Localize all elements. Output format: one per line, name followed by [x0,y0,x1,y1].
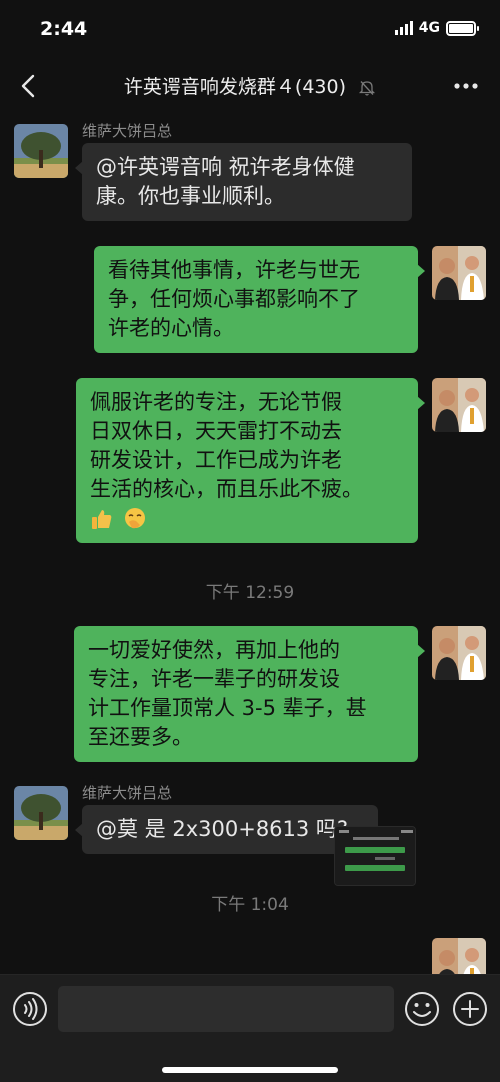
avatar[interactable] [432,246,486,300]
message-bubble[interactable]: 佩服许老的专注，无论节假 日双休日，天天雷打不动去 研发设计，工作已成为许老 生… [76,378,425,543]
more-button[interactable] [450,70,482,102]
message-line: 专注，许老一辈子的研发设 [88,667,340,691]
message-bubble[interactable]: 看待其他事情，许老与世无 争，任何烦心事都影响不了 许老的心情。 [94,246,425,353]
voice-button[interactable] [12,991,48,1027]
avatar[interactable] [432,378,486,432]
sender-name: 维萨大饼吕总 [82,122,173,140]
avatar[interactable] [432,626,486,680]
message-line: 计工作量顶常人 3-5 辈子，甚 [88,696,367,720]
avatar[interactable] [14,124,68,178]
plus-circle-icon [453,992,487,1026]
emoji-button[interactable] [404,991,440,1027]
timestamp: 下午 1:04 [211,895,289,915]
bell-off-icon [358,80,376,96]
message-line: @许英谔音响 祝许老身体健 [96,155,355,179]
message-input[interactable] [58,986,394,1032]
person-avatar-icon [432,378,486,432]
message-line: 许老的心情。 [108,316,234,340]
timestamp: 下午 12:59 [205,583,295,603]
chat-title: 许英谔音响发烧群４(430) [123,76,347,98]
message-line: 日双休日，天天雷打不动去 [90,419,342,443]
tree-avatar-icon [14,786,68,840]
plus-button[interactable] [452,991,488,1027]
person-avatar-icon [432,626,486,680]
person-avatar-icon [432,938,486,974]
message-line: 一切爱好使然，再加上他的 [88,638,340,662]
avatar[interactable] [432,938,486,974]
signal-icon [394,21,413,35]
tree-avatar-icon [14,124,68,178]
voice-icon [13,992,47,1026]
sender-name: 维萨大饼吕总 [82,784,173,802]
chat-header: 许英谔音响发烧群４(430) [0,60,500,112]
emoji-line [90,504,404,533]
message-bubble[interactable]: @许英谔音响 祝许老身体健 康。你也事业顺利。 [75,143,412,221]
person-avatar-icon [432,246,486,300]
avatar[interactable] [14,786,68,840]
hand-over-mouth-emoji-icon [124,508,145,529]
smiley-icon [405,992,439,1026]
message-line: 康。你也事业顺利。 [96,184,285,208]
input-bar [0,974,500,1082]
message-line: 看待其他事情，许老与世无 [108,258,360,282]
image-message[interactable] [334,826,416,886]
status-time: 2:44 [40,18,88,40]
message-bubble[interactable]: 一切爱好使然，再加上他的 专注，许老一辈子的研发设 计工作量顶常人 3-5 辈子… [74,626,425,762]
chat-title-wrap: 许英谔音响发烧群４(430) [0,72,500,99]
battery-icon [446,20,479,36]
message-line: 至还要多。 [88,725,193,749]
status-bar: 2:44 4G [0,0,500,60]
home-indicator[interactable] [162,1067,338,1073]
more-dots-icon [454,83,478,89]
message-line: 佩服许老的专注，无论节假 [90,390,342,414]
screenshot-thumbnail-icon [335,827,415,885]
message-line: 研发设计，工作已成为许老 [90,448,342,472]
message-line: 争，任何烦心事都影响不了 [108,287,360,311]
network-type: 4G [418,20,440,36]
thumbs-up-icon [92,510,112,529]
message-line: 生活的核心，而且乐此不疲。 [90,477,363,501]
message-line: @莫 是 2x300+8613 吗? [96,817,349,841]
message-list[interactable]: 维萨大饼吕总 @许英谔音响 祝许老身体健 康。你也事业顺利。 看待其他事情，许老… [0,112,500,974]
status-icons: 4G [394,20,479,36]
